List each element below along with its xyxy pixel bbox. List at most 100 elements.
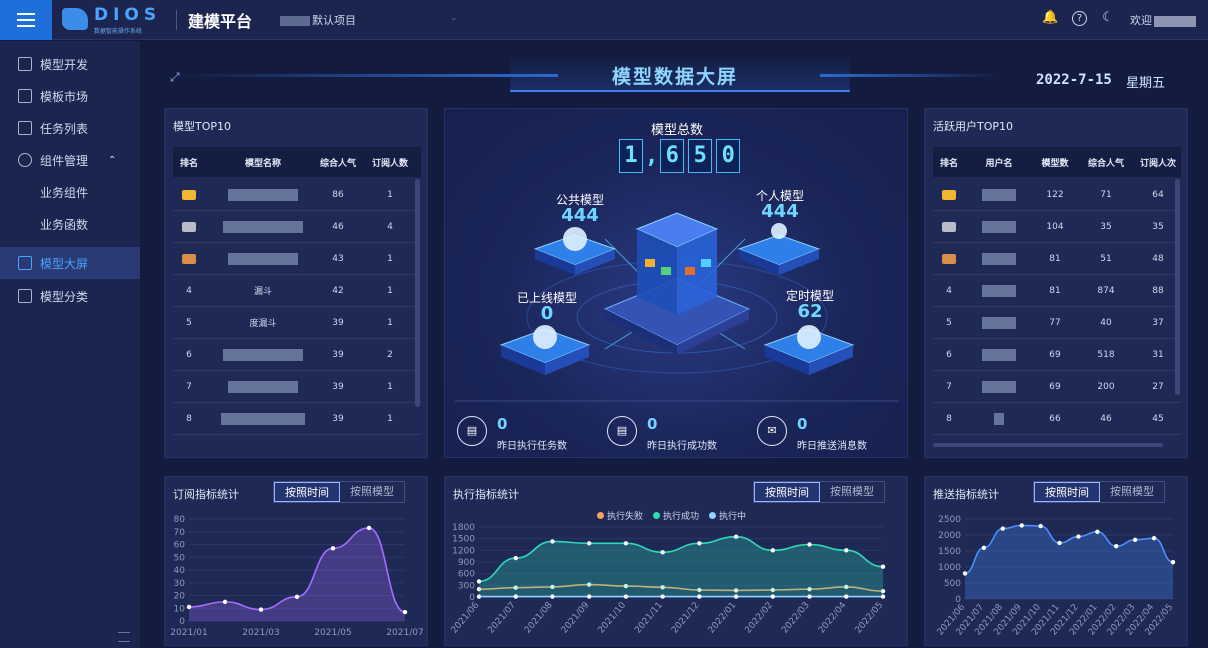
logo-subtitle: 数据智能操作系统 bbox=[94, 28, 143, 35]
username-cell bbox=[977, 339, 1021, 370]
horizontal-scrollbar[interactable] bbox=[933, 443, 1163, 447]
panel-title: 订阅指标统计 bbox=[173, 488, 239, 501]
data-point bbox=[513, 555, 518, 561]
data-point bbox=[844, 548, 849, 553]
list-icon bbox=[18, 121, 32, 135]
table-row[interactable]: 4 漏斗 42 1 bbox=[173, 275, 421, 307]
popularity-cell: 46 bbox=[332, 221, 344, 232]
x-tick-label: 2021/08 bbox=[523, 600, 555, 635]
data-point bbox=[586, 594, 592, 599]
redacted-text bbox=[982, 252, 1016, 265]
logo-text: DIOS bbox=[94, 5, 162, 25]
help-icon[interactable]: ? bbox=[1072, 11, 1087, 26]
subscribe-chart: 0 10 20 30 40 50 60 70 80 2021/01 2021/03 2021/05 20… bbox=[170, 515, 423, 638]
redacted-text bbox=[982, 284, 1016, 297]
table-row[interactable]: 104 35 35 bbox=[933, 211, 1181, 243]
tab-by-time[interactable]: 按照时间 bbox=[754, 482, 820, 502]
y-tick-label: 0 bbox=[179, 617, 185, 627]
column-header: 模型名称 bbox=[244, 158, 281, 169]
crown-icon bbox=[942, 221, 956, 232]
data-point bbox=[402, 609, 408, 615]
fullscreen-icon[interactable]: ⤢ bbox=[170, 70, 180, 85]
sidebar-item-model-dev[interactable]: 模型开发 bbox=[0, 49, 140, 79]
models-cell: 69 bbox=[1049, 381, 1061, 392]
table-row[interactable]: 122 71 64 bbox=[933, 179, 1181, 211]
chevron-down-icon: ⌄ bbox=[450, 13, 458, 23]
data-point bbox=[807, 594, 812, 599]
sidebar-item-label: 模板市场 bbox=[40, 89, 89, 104]
table-row[interactable]: 7 39 1 bbox=[173, 371, 421, 403]
bell-icon[interactable]: 🔔 bbox=[1042, 10, 1058, 26]
model-top10-panel: 模型TOP10 排名 模型名称 综合人气 订阅人数 86 1 46 4 43 1 4 漏斗 42… bbox=[164, 108, 428, 458]
menu-toggle-button[interactable] bbox=[0, 0, 52, 40]
table-row[interactable]: 5 77 40 37 bbox=[933, 307, 1181, 339]
tab-group: 按照时间 按照模型 bbox=[753, 481, 885, 503]
models-cell: 104 bbox=[1046, 221, 1064, 232]
tab-by-time[interactable]: 按照时间 bbox=[274, 482, 340, 502]
sidebar-item-model-category[interactable]: 模型分类 bbox=[0, 281, 140, 311]
data-point bbox=[962, 571, 968, 576]
model-name-text: 漏斗 bbox=[253, 287, 272, 297]
tab-by-model[interactable]: 按照模型 bbox=[1100, 482, 1164, 502]
table-row[interactable]: 8 66 46 45 bbox=[933, 403, 1181, 435]
user-welcome[interactable]: 欢迎 bbox=[1130, 12, 1196, 28]
column-header: 综合人气 bbox=[319, 158, 356, 169]
sidebar-item-model-dashboard[interactable]: 模型大屏 bbox=[0, 247, 140, 279]
subs-cell: 45 bbox=[1152, 413, 1164, 424]
table-row[interactable]: 86 1 bbox=[173, 179, 421, 211]
project-selector[interactable]: 默认项目 ⌄ bbox=[280, 12, 458, 28]
data-point bbox=[330, 546, 336, 551]
sidebar-item-business-functions[interactable]: 业务函数 bbox=[0, 209, 140, 239]
tab-by-time[interactable]: 按照时间 bbox=[1034, 482, 1100, 502]
sidebar-item-business-components[interactable]: 业务组件 bbox=[0, 177, 140, 207]
table-row[interactable]: 6 69 518 31 bbox=[933, 339, 1181, 371]
table-row[interactable]: 43 1 bbox=[173, 243, 421, 275]
date-display: 2022-7-15 bbox=[1036, 72, 1112, 88]
data-point bbox=[186, 604, 192, 610]
area-fill bbox=[965, 525, 1173, 599]
data-point bbox=[586, 541, 592, 546]
crown-icon bbox=[182, 253, 196, 264]
table-row[interactable]: 5 度漏斗 39 1 bbox=[173, 307, 421, 339]
legend-dot bbox=[709, 512, 717, 519]
crown-icon bbox=[182, 189, 196, 200]
scrollbar[interactable] bbox=[1175, 179, 1180, 395]
data-point bbox=[770, 548, 776, 553]
table-row[interactable]: 4 81 874 88 bbox=[933, 275, 1181, 307]
logo-mark-icon bbox=[62, 8, 88, 30]
sidebar-item-component-mgmt[interactable]: 组件管理 ⌃ bbox=[0, 145, 140, 175]
model-name-cell bbox=[213, 339, 313, 370]
tab-by-model[interactable]: 按照模型 bbox=[340, 482, 404, 502]
table-row[interactable]: 46 4 bbox=[173, 211, 421, 243]
sidebar-item-task-list[interactable]: 任务列表 bbox=[0, 113, 140, 143]
chevron-up-icon: ⌃ bbox=[108, 154, 117, 166]
popularity-cell: 200 bbox=[1097, 381, 1115, 392]
username-cell bbox=[977, 243, 1021, 274]
subscribers-cell: 1 bbox=[387, 381, 393, 392]
username-cell bbox=[977, 403, 1021, 434]
counter-digit: 1 bbox=[619, 139, 643, 173]
x-tick-label: 2022/02 bbox=[743, 601, 775, 636]
data-point bbox=[660, 594, 665, 599]
models-cell: 69 bbox=[1049, 349, 1061, 360]
table-row[interactable]: 6 39 2 bbox=[173, 339, 421, 371]
moon-icon[interactable]: ☾ bbox=[1100, 10, 1116, 26]
rank-cell bbox=[933, 211, 965, 242]
total-models-counter: 1 , 6 5 0 bbox=[619, 139, 741, 175]
model-name-cell bbox=[213, 211, 313, 242]
collapse-sidebar-icon[interactable] bbox=[118, 632, 130, 642]
table-row[interactable]: 81 51 48 bbox=[933, 243, 1181, 275]
y-tick-label: 1000 bbox=[938, 563, 961, 573]
task-calendar-icon: ▤ bbox=[457, 416, 487, 446]
x-tick-label: 2022/03 bbox=[780, 601, 812, 636]
counter-digit: 6 bbox=[660, 139, 685, 173]
table-row[interactable]: 8 39 1 bbox=[173, 403, 421, 435]
data-point bbox=[258, 607, 264, 612]
table-row[interactable]: 7 69 200 27 bbox=[933, 371, 1181, 403]
sidebar-item-template-market[interactable]: 模板市场 bbox=[0, 81, 140, 111]
tab-by-model[interactable]: 按照模型 bbox=[820, 482, 884, 502]
y-tick-label: 40 bbox=[174, 566, 186, 576]
data-point bbox=[733, 534, 739, 539]
y-tick-label: 900 bbox=[458, 558, 475, 568]
scrollbar[interactable] bbox=[415, 179, 420, 407]
